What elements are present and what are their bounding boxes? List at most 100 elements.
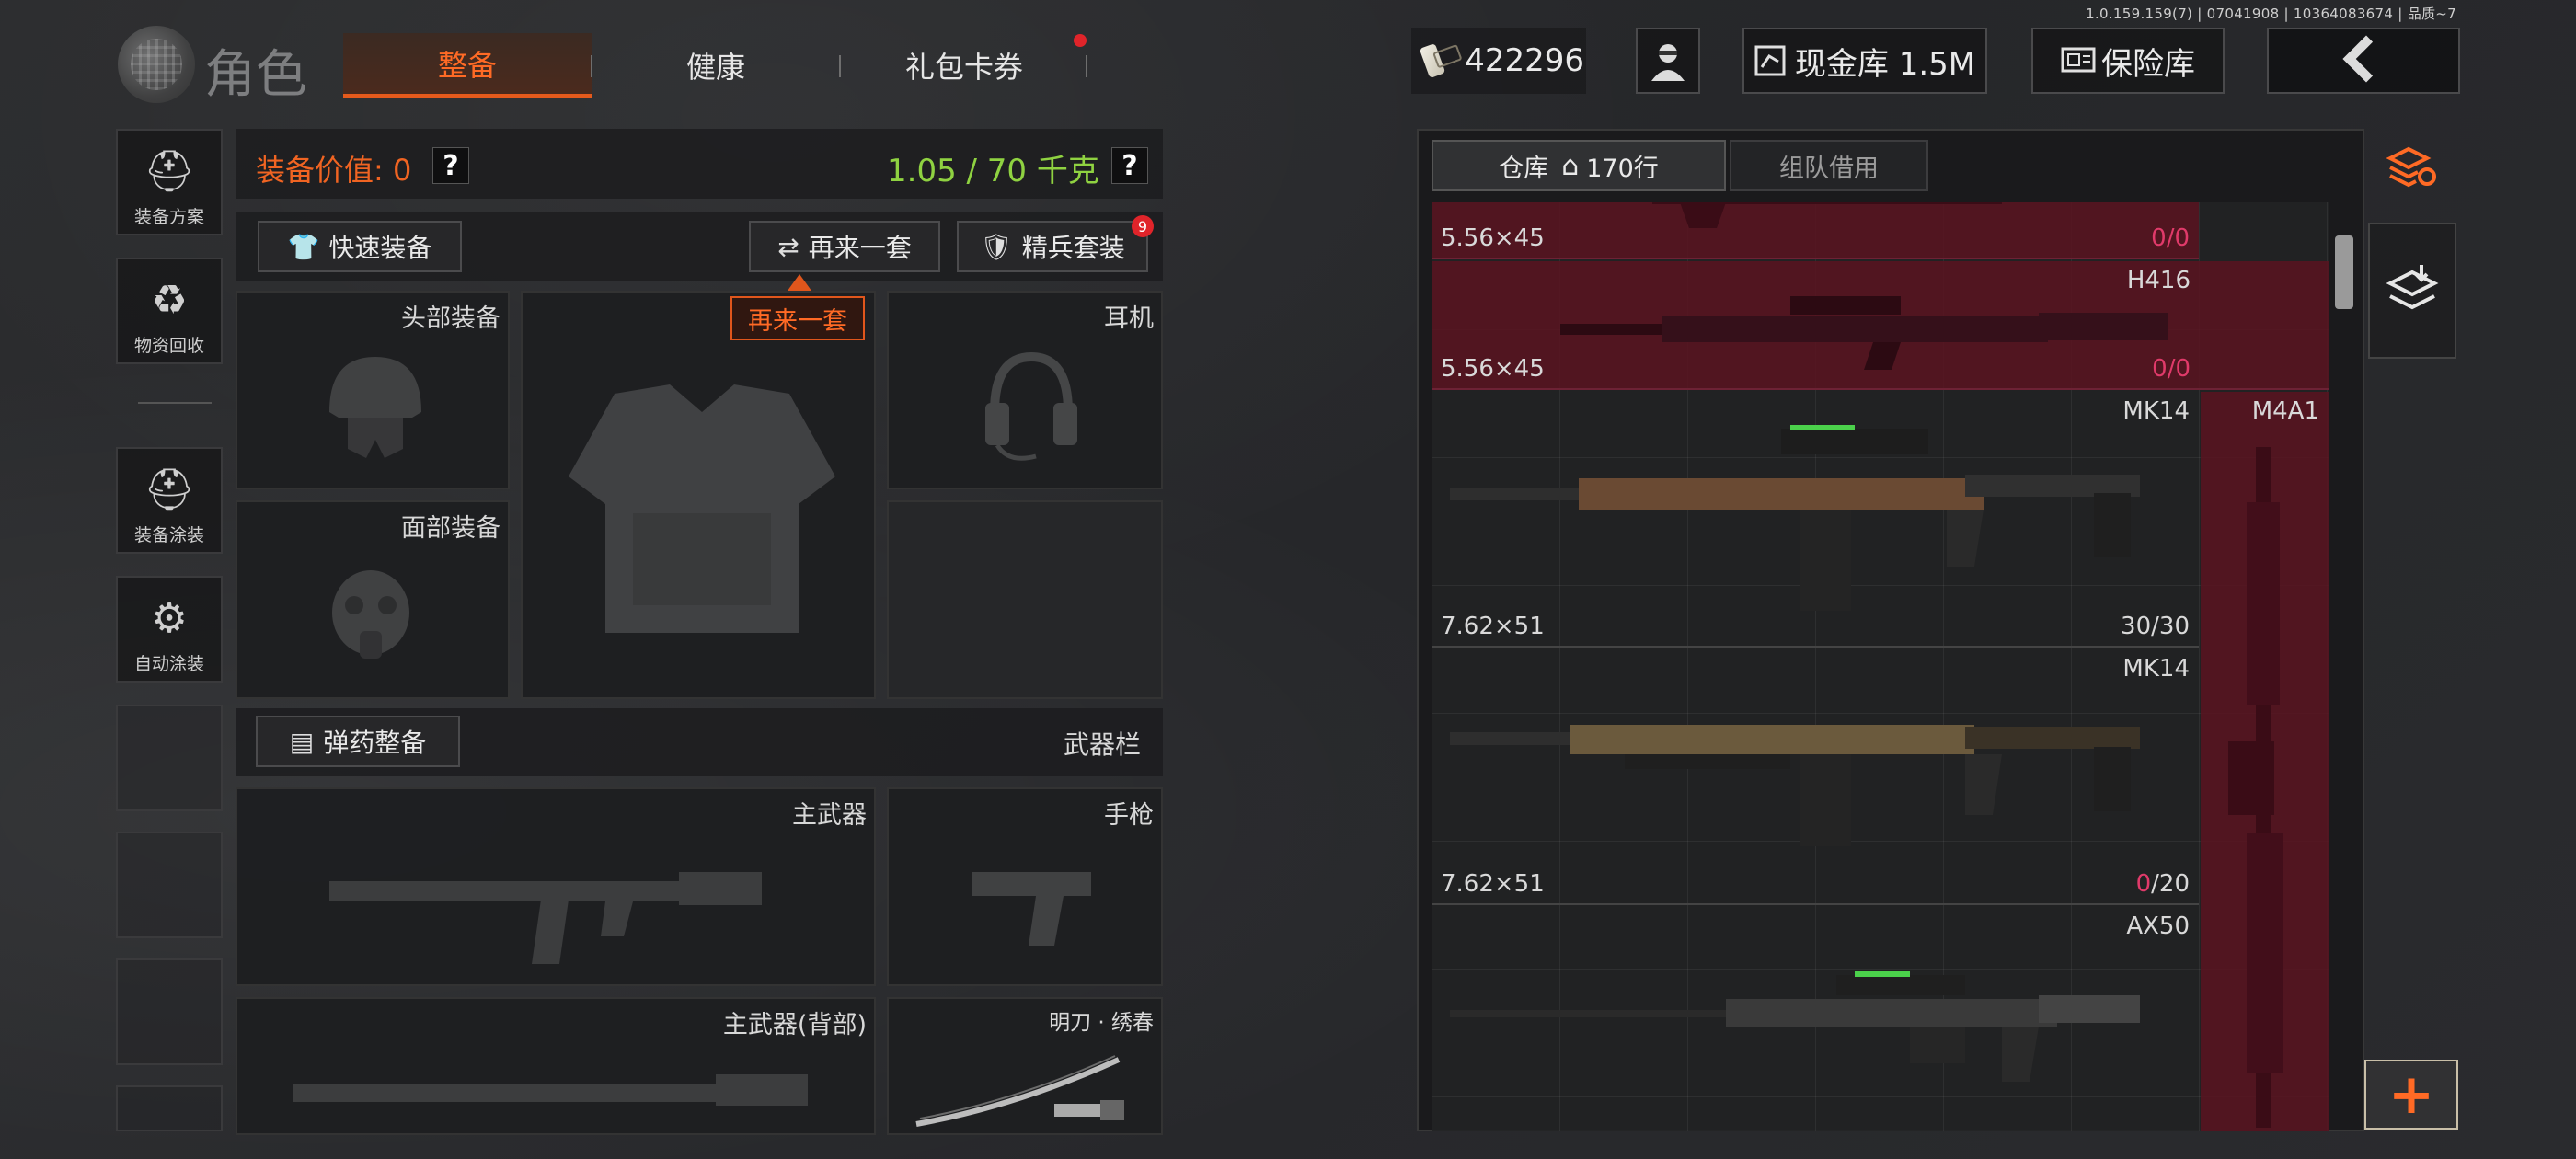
- again-set-label: 再来一套: [808, 233, 912, 263]
- sort-refresh-button[interactable]: [2368, 129, 2456, 206]
- tab-warehouse[interactable]: 仓库 ⌂ 170行: [1432, 140, 1726, 191]
- tab-health[interactable]: 健康: [607, 33, 824, 98]
- sidebar-item-label: 装备涂装: [133, 525, 204, 545]
- rifle-icon: [329, 872, 762, 964]
- back-button[interactable]: [2267, 28, 2460, 94]
- slot-label: 耳机: [1104, 304, 1154, 333]
- add-button[interactable]: +: [2364, 1060, 2458, 1130]
- again-set-tooltip: 再来一套: [730, 296, 865, 340]
- brush-gear-icon: ⚙: [151, 594, 188, 642]
- tab-separator: [1086, 55, 1087, 77]
- helmet-brush-icon: ⛑: [144, 466, 195, 513]
- slot-locked: [887, 500, 1163, 699]
- version-info: 1.0.159.159(7) | 07041908 | 10364083674 …: [2086, 6, 2456, 22]
- sidebar-empty-slot: [116, 832, 223, 938]
- stash-import-button[interactable]: [2368, 223, 2456, 359]
- elite-set-button[interactable]: 🛡 精兵套装: [957, 221, 1148, 272]
- rifle-back-icon: [293, 1074, 808, 1106]
- ammo-max: 20: [2158, 870, 2190, 898]
- item-ammo: 0/20: [2136, 870, 2190, 898]
- equipment-value: 装备价值: 0: [256, 153, 412, 188]
- item-caliber: 7.62×51: [1441, 613, 1545, 640]
- tab-equip[interactable]: 整备: [343, 33, 592, 98]
- tab-separator: [591, 55, 592, 77]
- tab-gift-coupons[interactable]: 礼包卡券: [856, 33, 1073, 98]
- slot-label: 主武器(背部): [722, 1011, 867, 1039]
- shirt-icon: 👕: [287, 231, 320, 262]
- item-ammo: 0/0: [2152, 355, 2191, 383]
- pistol-icon: [972, 872, 1091, 946]
- character-logo-icon: [118, 26, 195, 103]
- again-set-button[interactable]: ⇄ 再来一套: [749, 221, 940, 272]
- chevron-left-icon: [2342, 35, 2390, 83]
- operator-button[interactable]: [1636, 28, 1700, 94]
- cash-vault-button[interactable]: 现金库 1.5M: [1742, 28, 1987, 94]
- rifle-silhouette-vertical: [2228, 447, 2283, 1128]
- ammo-max: 30: [2158, 613, 2190, 640]
- elite-set-badge: 9: [1132, 215, 1154, 237]
- sidebar-empty-slot: [116, 958, 223, 1065]
- katana-icon: [915, 1055, 1124, 1127]
- ammo-current: 30: [2121, 613, 2152, 640]
- warehouse-item[interactable]: MK14 7.62×51 30/30: [1432, 392, 2199, 648]
- ammo-slash: /: [2151, 613, 2159, 640]
- warehouse-item[interactable]: AX50: [1432, 907, 2199, 1131]
- carry-weight: 1.05 / 70 千克: [887, 153, 1099, 189]
- sidebar-item-recycle[interactable]: ♻ 物资回收: [116, 258, 223, 364]
- item-name: MK14: [2122, 397, 2190, 425]
- sidebar-item-skins[interactable]: ⛑ 装备涂装: [116, 447, 223, 554]
- warehouse-scrollbar[interactable]: [2335, 235, 2353, 309]
- slot-label: 明刀 · 绣春: [1049, 1011, 1154, 1035]
- warehouse-item[interactable]: 5.56×45 0/0: [1432, 202, 2199, 259]
- currency-amount: 422296: [1465, 42, 1584, 79]
- warehouse-item[interactable]: MK14 7.62×51 0/20: [1432, 649, 2199, 905]
- weight-help-button[interactable]: ?: [1111, 147, 1148, 184]
- sidebar-item-auto-skin[interactable]: ⚙ 自动涂装: [116, 576, 223, 683]
- quick-equip-button[interactable]: 👕 快速装备: [258, 221, 462, 272]
- gas-mask-icon: [332, 570, 409, 659]
- elite-set-label: 精兵套装: [1021, 233, 1125, 263]
- ammo-current: 0: [2151, 224, 2167, 252]
- currency-display: 422296: [1411, 28, 1586, 94]
- sidebar-item-loadouts[interactable]: ⛑ 装备方案: [116, 129, 223, 235]
- home-icon: ⌂: [1561, 149, 1580, 182]
- rifle-silhouette: [1560, 296, 2168, 370]
- value-help-button[interactable]: ?: [432, 147, 469, 184]
- slot-label: 手枪: [1104, 801, 1154, 830]
- ammo-slash: /: [2151, 870, 2159, 898]
- warehouse-item[interactable]: H416 5.56×45 0/0: [1432, 261, 2329, 390]
- slot-melee[interactable]: 明刀 · 绣春: [887, 997, 1163, 1135]
- cash-vault-label: 现金库 1.5M: [1794, 45, 1976, 83]
- vest-icon: [569, 384, 835, 633]
- ammo-equip-button[interactable]: ▤ 弹药整备: [256, 716, 460, 767]
- slot-headset[interactable]: 耳机: [887, 291, 1163, 489]
- item-name: AX50: [2126, 912, 2190, 940]
- slot-primary-weapon-back[interactable]: 主武器(背部): [236, 997, 876, 1135]
- safe-box-button[interactable]: 保险库: [2031, 28, 2225, 94]
- item-caliber: 7.62×51: [1441, 870, 1545, 898]
- slot-body-armor[interactable]: [521, 291, 876, 699]
- sidebar-item-label: 装备方案: [133, 207, 204, 227]
- item-name: M4A1: [2251, 397, 2319, 425]
- slot-face[interactable]: 面部装备: [236, 500, 510, 699]
- tab-team-borrow[interactable]: 组队借用: [1730, 140, 1928, 191]
- sidebar-empty-slot: [116, 1085, 223, 1131]
- ammo-max: 0: [2174, 224, 2190, 252]
- item-name: H416: [2126, 267, 2191, 294]
- safe-box-label: 保险库: [2101, 45, 2195, 83]
- ammo-current: 0: [2152, 355, 2168, 383]
- warehouse-item-side[interactable]: M4A1: [2201, 392, 2329, 1131]
- item-ammo: 30/30: [2121, 613, 2190, 640]
- shield-icon: 🛡: [980, 231, 1013, 262]
- ammo-equip-label: 弹药整备: [323, 728, 427, 758]
- slot-primary-weapon[interactable]: 主武器: [236, 787, 876, 986]
- slot-pistol[interactable]: 手枪: [887, 787, 1163, 986]
- layers-refresh-icon: [2386, 146, 2436, 188]
- tooltip-arrow: [788, 274, 811, 291]
- tab-warehouse-rows: 170行: [1586, 154, 1659, 183]
- operator-avatar-icon: [1651, 44, 1685, 81]
- helmet-grid-icon: ⛑: [144, 148, 195, 195]
- slot-head[interactable]: 头部装备: [236, 291, 510, 489]
- ax50-rifle: [1450, 971, 2140, 1082]
- page-title: 角色: [204, 45, 307, 105]
